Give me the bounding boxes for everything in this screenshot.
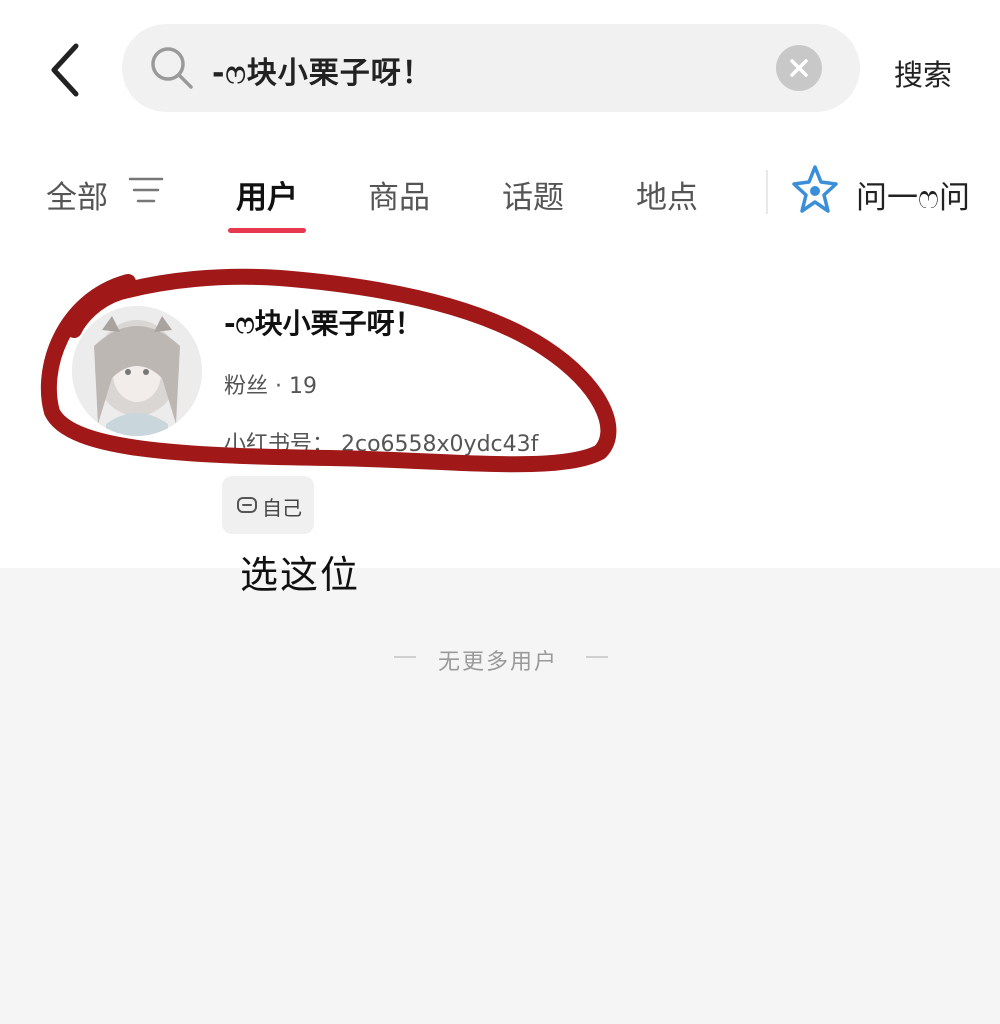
search-button[interactable]: 搜索 [894,52,952,94]
self-tag-label: 自己 [262,496,302,520]
active-tab-indicator [228,228,306,233]
end-of-list-text: 无更多用户 [438,650,559,675]
end-divider-left [394,656,416,658]
tab-users[interactable]: 用户 [236,172,298,217]
avatar-image [72,306,202,436]
tab-divider [766,170,768,214]
back-button[interactable] [42,40,92,100]
tab-products[interactable]: 商品 [368,172,430,217]
fans-count: 粉丝 · 19 [224,374,317,399]
avatar[interactable] [72,306,202,436]
search-query[interactable]: -ෆ块小栗子呀！ [212,48,433,92]
close-icon [790,59,808,77]
tab-all[interactable]: 全部 [46,172,108,217]
star-logo-icon[interactable] [792,164,838,214]
handwritten-note: 选这位 [240,553,361,597]
user-name[interactable]: -ෆ块小栗子呀！ [224,302,423,342]
clear-search-button[interactable] [776,45,822,91]
search-input[interactable]: -ෆ块小栗子呀！ [122,24,860,112]
tab-topics[interactable]: 话题 [502,172,564,217]
self-icon [237,497,257,513]
tab-places[interactable]: 地点 [636,172,698,217]
chevron-left-icon [51,43,79,97]
filter-icon[interactable] [126,174,164,206]
tab-ask[interactable]: 问一ෆ问 [856,172,970,217]
end-divider-right [586,656,608,658]
self-tag: 自己 [222,476,314,534]
search-icon [151,47,193,89]
xhs-id: 小红书号： 2co6558x0ydc43f [224,432,539,457]
